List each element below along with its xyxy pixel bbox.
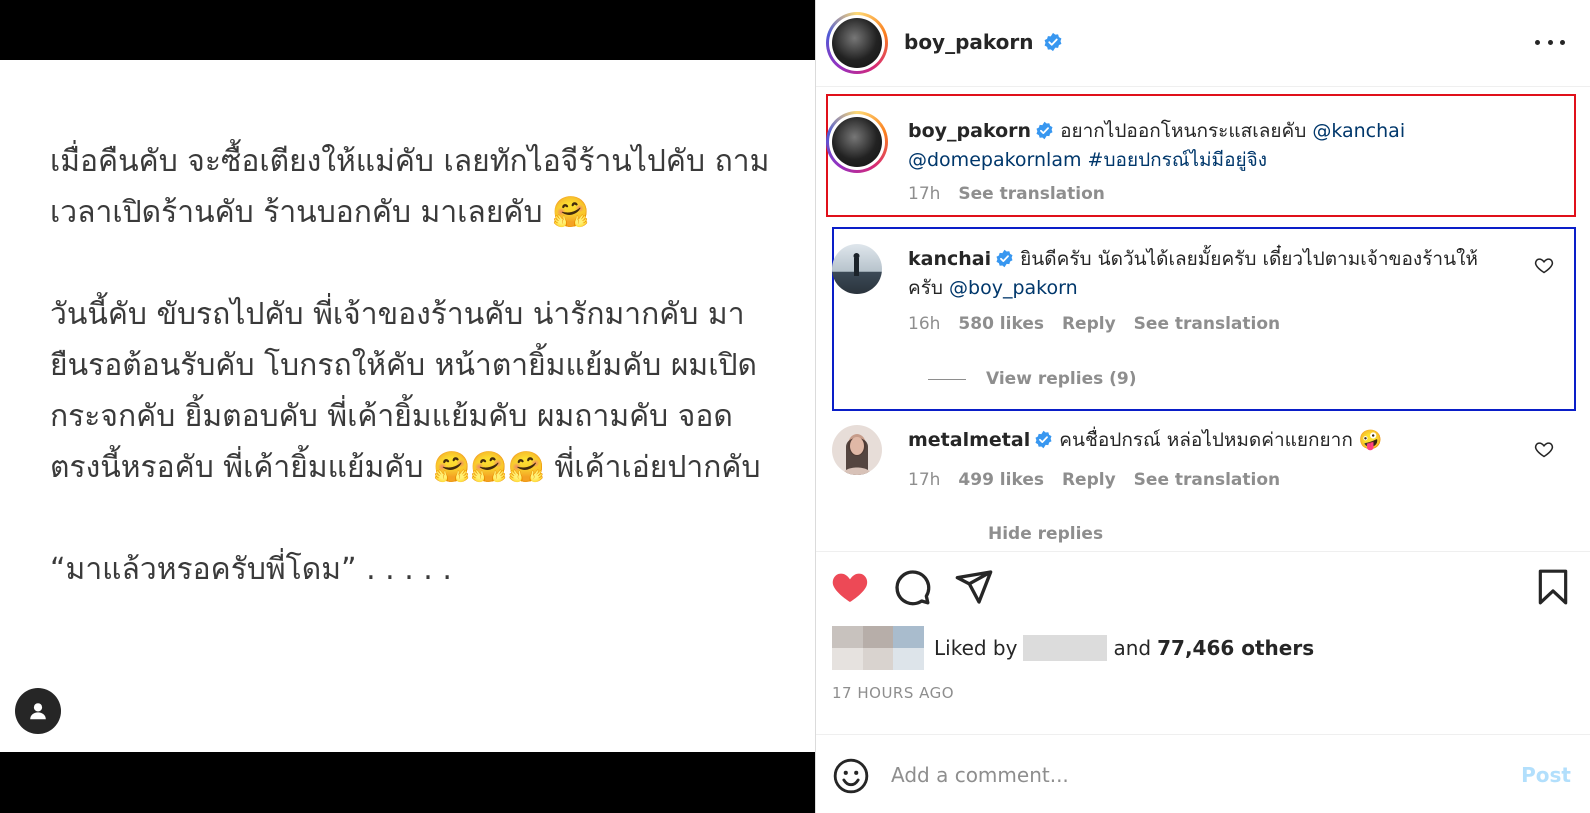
mention-link[interactable]: @kanchai bbox=[1312, 120, 1405, 142]
heart-filled-icon[interactable] bbox=[830, 567, 870, 607]
caption-body: อยากไปออกโหนกระแสเลยคับ bbox=[1060, 120, 1307, 142]
see-translation-link[interactable]: See translation bbox=[1134, 314, 1280, 334]
bookmark-icon[interactable] bbox=[1534, 567, 1572, 607]
post-header: boy_pakorn bbox=[816, 0, 1590, 86]
reply-button[interactable]: Reply bbox=[1062, 314, 1116, 334]
mention-link[interactable]: @boy_pakorn bbox=[949, 277, 1078, 299]
comment-icon[interactable] bbox=[892, 567, 932, 607]
post-paragraph-2: วันนี้คับ ขับรถไปคับ พี่เจ้าของร้านคับ น… bbox=[50, 297, 761, 485]
see-translation-link[interactable]: See translation bbox=[958, 184, 1104, 204]
reply-button[interactable]: Reply bbox=[1062, 470, 1116, 490]
user-tag-icon[interactable] bbox=[15, 688, 61, 734]
comment-body: คนชื่อปกรณ์ หล่อไปหมดค่าแยกยาก 🤪 bbox=[1059, 429, 1383, 451]
comment-meta: 16h 580 likes Reply See translation bbox=[908, 314, 1280, 334]
liked-by-prefix: Liked by bbox=[934, 636, 1018, 660]
liked-by-user-blurred[interactable] bbox=[1023, 635, 1108, 661]
verified-icon bbox=[1036, 121, 1053, 140]
more-icon[interactable] bbox=[1535, 30, 1565, 54]
comment-time[interactable]: 17h bbox=[908, 470, 940, 490]
post-timestamp[interactable]: 17 HOURS AGO bbox=[832, 684, 954, 702]
mention-link[interactable]: @domepakornlam bbox=[908, 149, 1082, 171]
caption-username[interactable]: boy_pakorn bbox=[908, 120, 1031, 142]
post-comment-button[interactable]: Post bbox=[1521, 763, 1571, 787]
view-replies-label: View replies (9) bbox=[986, 369, 1137, 389]
caption-time[interactable]: 17h bbox=[908, 184, 940, 204]
likes-count[interactable]: 499 likes bbox=[958, 470, 1044, 490]
post-actions: Liked by and 77,466 others 17 HOURS AGO bbox=[816, 551, 1590, 734]
comment-avatar[interactable] bbox=[832, 425, 882, 475]
post-side-panel: boy_pakorn boy_pakorn อยากไปออกโหนกระแสเ… bbox=[815, 0, 1590, 813]
post-paragraph-1: เมื่อคืนคับ จะซื้อเตียงให้แม่คับ เลยทักไ… bbox=[50, 144, 770, 230]
comment-body: ยินดีครับ นัดวันได้เลยมั้ยครับ เดี๋ยวไปต… bbox=[1020, 248, 1478, 270]
hashtag-link[interactable]: #บอยปกรณ์ไม่มีอยู่จิง bbox=[1088, 149, 1267, 171]
comment-text: metalmetal คนชื่อปกรณ์ หล่อไปหมดค่าแยกยา… bbox=[908, 426, 1528, 455]
liked-by-and: and bbox=[1113, 636, 1152, 660]
add-comment-bar: Post bbox=[816, 734, 1590, 813]
caption-text: boy_pakorn อยากไปออกโหนกระแสเลยคับ @kanc… bbox=[908, 117, 1548, 175]
post-image-text: เมื่อคืนคับ จะซื้อเตียงให้แม่คับ เลยทักไ… bbox=[50, 136, 770, 595]
comment-meta: 17h 499 likes Reply See translation bbox=[908, 470, 1280, 490]
comments-section[interactable]: boy_pakorn อยากไปออกโหนกระแสเลยคับ @kanc… bbox=[816, 86, 1590, 550]
heart-outline-icon[interactable] bbox=[1534, 255, 1554, 275]
caption-avatar[interactable] bbox=[826, 111, 888, 173]
image-letterbox-top bbox=[0, 0, 815, 60]
hide-replies-button[interactable]: Hide replies bbox=[988, 524, 1103, 544]
liked-by-avatars bbox=[832, 626, 924, 670]
likes-total[interactable]: 77,466 others bbox=[1157, 636, 1314, 660]
verified-icon bbox=[1044, 32, 1062, 52]
likes-count[interactable]: 580 likes bbox=[958, 314, 1044, 334]
comment-username[interactable]: kanchai bbox=[908, 248, 991, 270]
view-replies-button[interactable]: View replies (9) bbox=[928, 369, 1137, 389]
post-paragraph-3: “มาแล้วหรอครับพี่โดม” . . . . . bbox=[50, 552, 452, 587]
header-avatar[interactable] bbox=[826, 12, 888, 74]
comment-text: kanchai ยินดีครับ นัดวันได้เลยมั้ยครับ เ… bbox=[908, 245, 1548, 303]
share-icon[interactable] bbox=[954, 567, 994, 607]
see-translation-link[interactable]: See translation bbox=[1134, 470, 1280, 490]
verified-icon bbox=[1035, 430, 1052, 449]
comment-username[interactable]: metalmetal bbox=[908, 429, 1030, 451]
heart-outline-icon[interactable] bbox=[1534, 439, 1554, 459]
comment-input[interactable] bbox=[891, 757, 1471, 793]
image-letterbox-bottom bbox=[0, 752, 815, 813]
emoji-icon[interactable] bbox=[832, 757, 870, 795]
comment-avatar[interactable] bbox=[832, 244, 882, 294]
comment-time[interactable]: 16h bbox=[908, 314, 940, 334]
verified-icon bbox=[996, 249, 1013, 268]
instagram-post-view: เมื่อคืนคับ จะซื้อเตียงให้แม่คับ เลยทักไ… bbox=[0, 0, 1590, 813]
header-user: boy_pakorn bbox=[904, 30, 1063, 54]
header-username[interactable]: boy_pakorn bbox=[904, 30, 1034, 54]
post-image[interactable]: เมื่อคืนคับ จะซื้อเตียงให้แม่คับ เลยทักไ… bbox=[0, 0, 815, 813]
caption-meta: 17h See translation bbox=[908, 184, 1105, 204]
liked-by-summary[interactable]: Liked by and 77,466 others bbox=[832, 626, 1314, 670]
comment-body-cont: ครับ bbox=[908, 277, 943, 299]
